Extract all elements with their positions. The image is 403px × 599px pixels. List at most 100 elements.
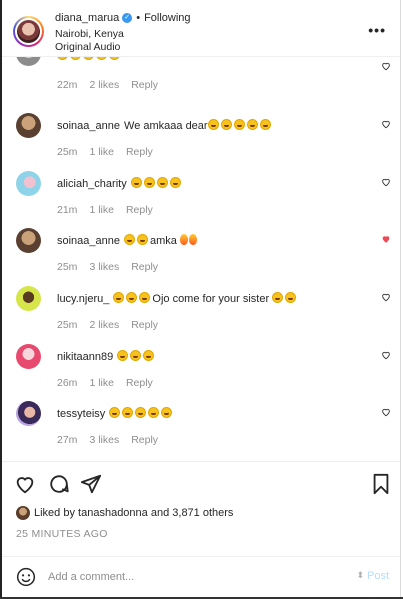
comment-text: soinaa_anne amka [57,234,198,247]
emoji-icon [156,177,168,188]
comment-likes[interactable]: 3 likes [89,434,119,446]
comment-meta: 25m 3 likes Reply [57,261,170,273]
heart-filled-icon[interactable] [381,234,391,244]
emoji-icon [139,292,151,303]
verified-badge-icon: ✓ [122,13,133,24]
reply-button[interactable]: Reply [126,377,153,389]
commenter-avatar[interactable] [16,344,41,369]
comment-meta: 21m 1 like Reply [57,204,165,216]
post-audio[interactable]: Original Audio [55,41,120,53]
comment-input[interactable] [48,567,338,587]
emoji-icon [161,407,173,418]
comment-time[interactable]: 25m [57,261,77,273]
reply-button[interactable]: Reply [131,434,158,446]
emoji-icon [83,57,94,60]
comment-time[interactable]: 26m [57,377,77,389]
reply-button[interactable]: Reply [131,261,158,273]
emoji-icon [169,177,181,188]
share-icon[interactable] [80,473,102,495]
commenter-avatar[interactable] [16,228,41,253]
emoji-icon [109,57,120,60]
comment-item: 22m 2 likes Reply [2,57,400,112]
heart-icon[interactable] [381,61,391,71]
post-location[interactable]: Nairobi, Kenya [55,28,124,40]
comment-composer: ⬍ Post [2,556,400,598]
comment-likes[interactable]: 2 likes [89,319,119,331]
commenter-username[interactable]: soinaa_anne [57,120,120,132]
emoji-icon [113,292,125,303]
reply-button[interactable]: Reply [131,319,158,331]
bookmark-icon[interactable] [370,473,392,495]
comment-time[interactable]: 25m [57,146,77,158]
emoji-icon [285,292,297,303]
emoji-icon [143,350,155,361]
comment-meta: 27m 3 likes Reply [57,434,170,446]
reply-button[interactable]: Reply [126,204,153,216]
commenter-username[interactable]: aliciah_charity [57,178,127,190]
comment-meta: 26m 1 like Reply [57,377,165,389]
emoji-icon [233,119,245,130]
comment-time[interactable]: 25m [57,319,77,331]
comment-time[interactable]: 21m [57,204,77,216]
emoji-icon [130,350,142,361]
emoji-icon [130,177,142,188]
commenter-avatar[interactable] [16,113,41,138]
commenter-avatar[interactable] [16,171,41,196]
comment-text [57,57,122,62]
comment-text: soinaa_anne We amkaaa dear [57,119,273,132]
comment-likes[interactable]: 3 likes [89,261,119,273]
comment-time[interactable]: 22m [57,79,77,91]
commenter-username[interactable]: tessyteisy [57,408,105,420]
comment-likes[interactable]: 2 likes [89,79,119,91]
likes-prefix: Liked by [34,506,75,519]
comment-body: Ojo come for your sister [152,293,270,305]
post-panel: diana_marua ✓ • Following Nairobi, Kenya Or… [2,0,401,598]
emoji-icon [207,119,219,130]
heart-icon[interactable] [381,119,391,129]
comment-likes[interactable]: 1 like [89,146,114,158]
post-timestamp[interactable]: 25 MINUTES AGO [16,528,108,540]
heart-icon[interactable] [381,350,391,360]
comment-text: lucy.njeru_ Ojo come for your sister [57,292,298,305]
likes-summary: Liked by tanashadonna and 3,871 others [16,506,233,520]
comment-item: soinaa_anne We amkaaa dear 25m 1 like Reply [2,113,400,170]
emoji-icon[interactable] [16,567,36,587]
comment-time[interactable]: 27m [57,434,77,446]
more-options-icon[interactable]: ••• [368,22,386,38]
liker-avatar[interactable] [16,506,30,520]
commenter-username[interactable]: lucy.njeru_ [57,293,109,305]
sort-arrows-icon: ⬍ [356,570,364,580]
post-actions [2,461,400,502]
comment-text: tessyteisy [57,407,174,420]
commenter-avatar[interactable] [16,286,41,311]
commenter-username[interactable]: soinaa_anne [57,235,120,247]
following-button[interactable]: Following [144,12,190,24]
post-button[interactable]: Post [367,570,389,582]
heart-icon[interactable] [14,473,36,495]
emoji-icon [259,119,271,130]
fire-emoji-icon [179,234,188,245]
author-username[interactable]: diana_marua [55,12,119,24]
commenter-username[interactable]: nikitaann89 [57,351,113,363]
emoji-icon [96,57,107,60]
comment-icon[interactable] [48,473,70,495]
reply-button[interactable]: Reply [131,79,158,91]
commenter-avatar[interactable] [16,401,41,426]
author-avatar[interactable] [13,16,44,47]
comment-likes[interactable]: 1 like [89,377,114,389]
emoji-icon [70,57,81,60]
comment-likes[interactable]: 1 like [89,204,114,216]
comments-list[interactable]: 22m 2 likes Reply soinaa_anne We amkaaa dea… [2,57,400,460]
comment-body: amka [150,235,177,247]
commenter-avatar[interactable] [16,57,41,66]
liker-username[interactable]: tanashadonna [78,507,148,519]
comment-meta: 25m 2 likes Reply [57,319,170,331]
likes-others[interactable]: 3,871 others [172,507,233,519]
author-line: diana_marua ✓ • Following [55,12,191,24]
heart-icon[interactable] [381,292,391,302]
emoji-icon [272,292,284,303]
heart-icon[interactable] [381,407,391,417]
comment-item: soinaa_anne amka 25m 3 likes Reply [2,228,400,285]
heart-icon[interactable] [381,177,391,187]
reply-button[interactable]: Reply [126,146,153,158]
